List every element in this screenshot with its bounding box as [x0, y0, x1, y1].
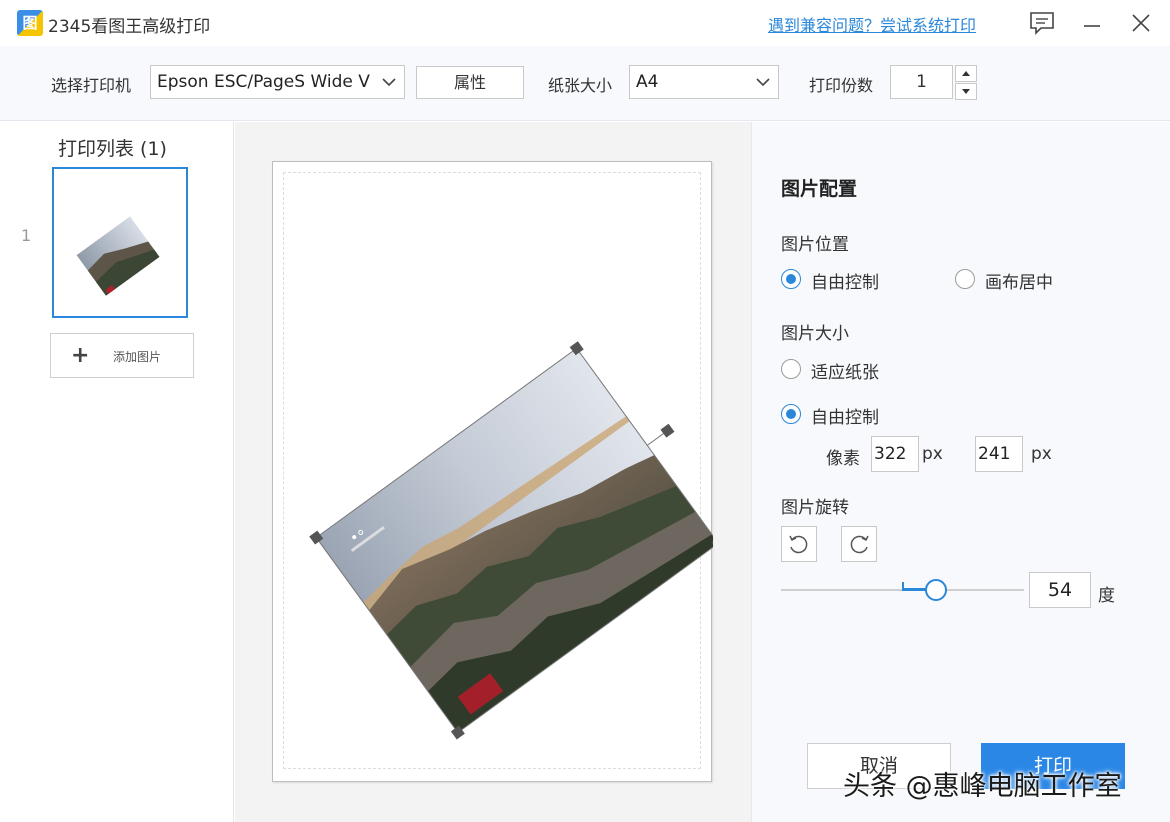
print-list-title: 打印列表 (1) [58, 138, 167, 160]
rotation-angle-input[interactable]: 54 [1029, 572, 1091, 608]
rotation-angle-unit: 度 [1098, 586, 1115, 606]
radio-label: 适应纸张 [811, 363, 879, 383]
title-bar: 图 2345看图王高级打印 遇到兼容问题？尝试系统打印 [0, 0, 1170, 46]
feedback-button[interactable] [1027, 8, 1057, 38]
paper-size-select[interactable]: A4 [629, 65, 779, 99]
triangle-up-icon [962, 71, 970, 76]
thumbnail-index: 1 [21, 226, 32, 245]
add-image-label: 添加图片 [113, 350, 162, 364]
plus-icon: + [71, 343, 90, 368]
image-position-label: 图片位置 [781, 235, 849, 255]
image-config-title: 图片配置 [781, 178, 858, 200]
pixel-label: 像素 [826, 449, 860, 469]
width-input[interactable]: 322 [871, 436, 919, 472]
rotate-ccw-icon [789, 535, 808, 554]
image-config-panel: 图片配置 图片位置 自由控制 画布居中 图片大小 适应纸张 自由控制 像素 32… [751, 122, 1170, 822]
radio-label: 自由控制 [811, 408, 879, 428]
minimize-button[interactable] [1077, 8, 1107, 38]
watermark-text: 头条 @惠峰电脑工作室 [843, 771, 1122, 802]
rotate-right-button[interactable] [841, 526, 877, 562]
copies-decrement-button[interactable] [955, 83, 977, 100]
paper-size-label: 纸张大小 [548, 76, 613, 95]
copies-label: 打印份数 [809, 76, 874, 95]
add-image-button[interactable]: + 添加图片 [50, 333, 194, 378]
radio-unchecked-icon [781, 359, 801, 379]
paper-size-value: A4 [636, 72, 659, 92]
height-unit: px [1031, 444, 1052, 464]
close-button[interactable] [1126, 8, 1156, 38]
print-list-panel: 打印列表 (1) 1 + 添加图片 [0, 122, 234, 822]
image-transform-canvas [309, 327, 713, 740]
rotate-cw-icon [850, 535, 869, 554]
photo-image[interactable] [309, 327, 713, 740]
rotate-left-button[interactable] [781, 526, 817, 562]
image-size-label: 图片大小 [781, 324, 849, 344]
copies-input[interactable]: 1 [890, 65, 953, 99]
height-input[interactable]: 241 [975, 436, 1023, 472]
radio-checked-icon [781, 269, 801, 289]
printer-select-value: Epson ESC/PageS Wide V [157, 72, 370, 92]
print-toolbar: 选择打印机 Epson ESC/PageS Wide V 属性 纸张大小 A4 … [0, 46, 1170, 121]
feedback-icon [1030, 12, 1054, 35]
print-list-thumbnail[interactable] [52, 167, 188, 318]
minimize-icon [1084, 25, 1100, 27]
app-logo-icon: 图 [17, 10, 43, 36]
radio-unchecked-icon [955, 269, 975, 289]
radio-label: 自由控制 [811, 273, 879, 293]
printer-label: 选择打印机 [51, 76, 132, 95]
rotation-slider-thumb[interactable] [925, 579, 947, 601]
radio-checked-icon [781, 404, 801, 424]
photo-thumbnail-image [76, 216, 160, 296]
radio-label: 画布居中 [985, 273, 1053, 293]
window-title: 2345看图王高级打印 [48, 17, 211, 37]
rotate-handle[interactable] [660, 423, 675, 438]
width-unit: px [922, 444, 943, 464]
triangle-down-icon [962, 89, 970, 94]
chevron-down-icon [382, 78, 396, 87]
properties-button[interactable]: 属性 [416, 66, 524, 99]
image-rotation-label: 图片旋转 [781, 498, 849, 518]
printer-select[interactable]: Epson ESC/PageS Wide V [150, 65, 405, 99]
print-preview-area [235, 122, 751, 822]
system-print-link[interactable]: 遇到兼容问题？尝试系统打印 [768, 12, 976, 36]
chevron-down-icon [756, 78, 770, 87]
copies-increment-button[interactable] [955, 65, 977, 82]
close-icon [1132, 14, 1150, 32]
paper-preview [272, 161, 713, 782]
